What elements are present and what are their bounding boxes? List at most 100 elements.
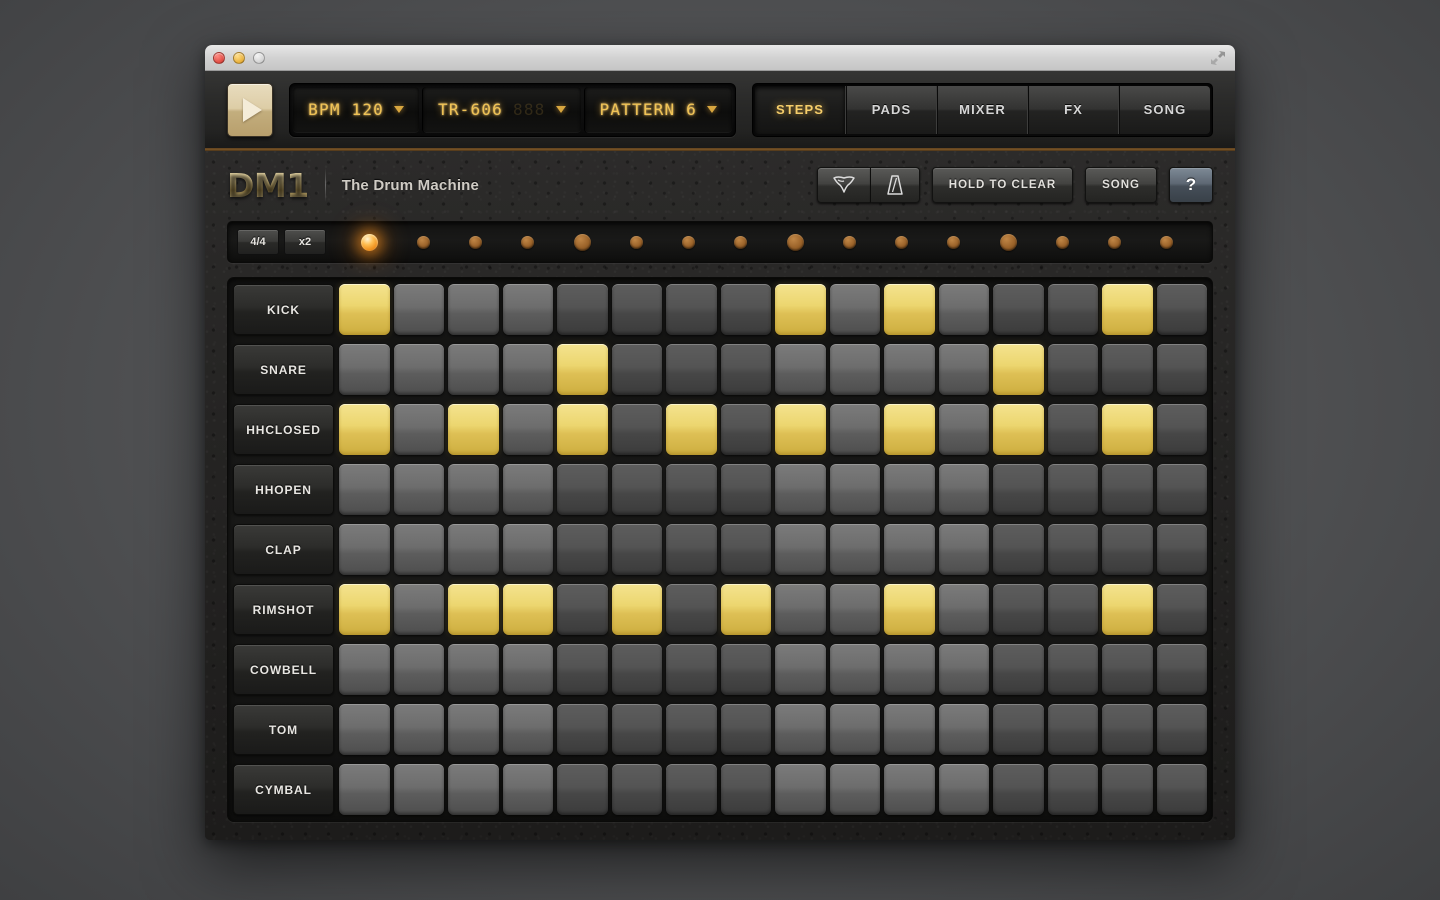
step-pad-snare-3[interactable] <box>448 344 499 395</box>
zoom-button[interactable] <box>253 51 265 64</box>
step-pad-snare-2[interactable] <box>393 344 444 395</box>
step-pad-rimshot-10[interactable] <box>829 584 880 635</box>
step-led-4[interactable] <box>521 235 535 249</box>
step-pad-cymbal-1[interactable] <box>339 764 390 815</box>
step-pad-hhopen-7[interactable] <box>666 464 717 515</box>
step-pad-snare-8[interactable] <box>720 344 771 395</box>
step-pad-rimshot-12[interactable] <box>938 584 989 635</box>
step-pad-tom-14[interactable] <box>1047 704 1098 755</box>
step-led-16[interactable] <box>1160 235 1174 249</box>
kit-display[interactable]: TR-606 888 <box>422 86 581 133</box>
step-pad-clap-13[interactable] <box>993 524 1044 575</box>
step-pad-cowbell-5[interactable] <box>557 644 608 695</box>
step-pad-snare-6[interactable] <box>611 344 662 395</box>
step-pad-hhopen-3[interactable] <box>448 464 499 515</box>
step-pad-cowbell-3[interactable] <box>448 644 499 695</box>
step-pad-kick-13[interactable] <box>993 284 1044 335</box>
step-pad-cymbal-7[interactable] <box>666 764 717 815</box>
close-button[interactable] <box>213 51 225 64</box>
step-led-9[interactable] <box>786 233 804 251</box>
step-pad-cowbell-6[interactable] <box>611 644 662 695</box>
step-pad-rimshot-7[interactable] <box>666 584 717 635</box>
step-pad-hhclosed-1[interactable] <box>339 404 390 455</box>
step-pad-hhopen-8[interactable] <box>720 464 771 515</box>
step-pad-clap-6[interactable] <box>611 524 662 575</box>
step-pad-hhclosed-5[interactable] <box>557 404 608 455</box>
step-pad-kick-12[interactable] <box>938 284 989 335</box>
tab-fx[interactable]: FX <box>1028 85 1119 134</box>
step-pad-cowbell-8[interactable] <box>720 644 771 695</box>
play-button[interactable] <box>227 82 274 137</box>
step-pad-cowbell-15[interactable] <box>1102 644 1153 695</box>
step-pad-cowbell-1[interactable] <box>339 644 390 695</box>
step-pad-clap-5[interactable] <box>557 524 608 575</box>
step-pad-kick-10[interactable] <box>829 284 880 335</box>
bpm-display[interactable]: BPM 120 <box>293 86 419 133</box>
step-pad-cymbal-13[interactable] <box>993 764 1044 815</box>
step-pad-hhclosed-3[interactable] <box>448 404 499 455</box>
step-pad-tom-11[interactable] <box>884 704 935 755</box>
hold-to-clear-button[interactable]: HOLD TO CLEAR <box>931 167 1074 203</box>
step-pad-cowbell-12[interactable] <box>938 644 989 695</box>
step-pad-hhopen-11[interactable] <box>884 464 935 515</box>
step-pad-cymbal-4[interactable] <box>502 764 553 815</box>
step-pad-kick-4[interactable] <box>502 284 553 335</box>
step-pad-tom-10[interactable] <box>829 704 880 755</box>
step-pad-cymbal-12[interactable] <box>938 764 989 815</box>
tab-mixer[interactable]: MIXER <box>937 85 1028 134</box>
step-pad-clap-2[interactable] <box>393 524 444 575</box>
step-pad-hhclosed-4[interactable] <box>502 404 553 455</box>
track-label-cowbell[interactable]: COWBELL <box>233 644 334 695</box>
step-pad-hhopen-12[interactable] <box>938 464 989 515</box>
step-pad-tom-8[interactable] <box>720 704 771 755</box>
help-button[interactable]: ? <box>1169 167 1213 203</box>
step-pad-tom-7[interactable] <box>666 704 717 755</box>
step-pad-clap-9[interactable] <box>775 524 826 575</box>
step-pad-hhopen-6[interactable] <box>611 464 662 515</box>
step-pad-hhopen-2[interactable] <box>393 464 444 515</box>
step-pad-hhopen-10[interactable] <box>829 464 880 515</box>
step-led-8[interactable] <box>734 235 748 249</box>
step-pad-snare-14[interactable] <box>1047 344 1098 395</box>
pattern-chevron-down-icon[interactable] <box>707 106 717 113</box>
step-pad-hhclosed-10[interactable] <box>829 404 880 455</box>
step-pad-clap-1[interactable] <box>339 524 390 575</box>
step-pad-tom-2[interactable] <box>393 704 444 755</box>
metronome-button[interactable] <box>870 167 920 203</box>
step-pad-cymbal-6[interactable] <box>611 764 662 815</box>
step-pad-tom-1[interactable] <box>339 704 390 755</box>
step-pad-cowbell-7[interactable] <box>666 644 717 695</box>
step-pad-kick-15[interactable] <box>1102 284 1153 335</box>
step-pad-hhopen-15[interactable] <box>1102 464 1153 515</box>
step-pad-hhclosed-14[interactable] <box>1047 404 1098 455</box>
step-pad-rimshot-4[interactable] <box>502 584 553 635</box>
step-pad-hhclosed-2[interactable] <box>393 404 444 455</box>
tab-song[interactable]: SONG <box>1119 85 1210 134</box>
step-led-12[interactable] <box>947 235 961 249</box>
step-pad-cowbell-13[interactable] <box>993 644 1044 695</box>
step-pad-clap-11[interactable] <box>884 524 935 575</box>
step-pad-snare-13[interactable] <box>993 344 1044 395</box>
step-pad-rimshot-15[interactable] <box>1102 584 1153 635</box>
step-led-7[interactable] <box>682 235 696 249</box>
step-pad-cowbell-10[interactable] <box>829 644 880 695</box>
step-pad-kick-5[interactable] <box>557 284 608 335</box>
step-pad-kick-1[interactable] <box>339 284 390 335</box>
step-pad-rimshot-16[interactable] <box>1156 584 1207 635</box>
step-pad-snare-4[interactable] <box>502 344 553 395</box>
step-pad-hhclosed-7[interactable] <box>666 404 717 455</box>
step-pad-rimshot-5[interactable] <box>557 584 608 635</box>
step-led-3[interactable] <box>469 235 483 249</box>
time-signature-button[interactable]: 4/4 <box>237 229 279 255</box>
step-pad-clap-14[interactable] <box>1047 524 1098 575</box>
step-pad-clap-3[interactable] <box>448 524 499 575</box>
step-pad-cowbell-9[interactable] <box>775 644 826 695</box>
step-pad-cymbal-5[interactable] <box>557 764 608 815</box>
step-pad-snare-16[interactable] <box>1156 344 1207 395</box>
step-pad-rimshot-14[interactable] <box>1047 584 1098 635</box>
step-pad-clap-15[interactable] <box>1102 524 1153 575</box>
step-pad-hhclosed-15[interactable] <box>1102 404 1153 455</box>
step-pad-cymbal-2[interactable] <box>393 764 444 815</box>
step-pad-tom-13[interactable] <box>993 704 1044 755</box>
track-label-snare[interactable]: SNARE <box>233 344 334 395</box>
